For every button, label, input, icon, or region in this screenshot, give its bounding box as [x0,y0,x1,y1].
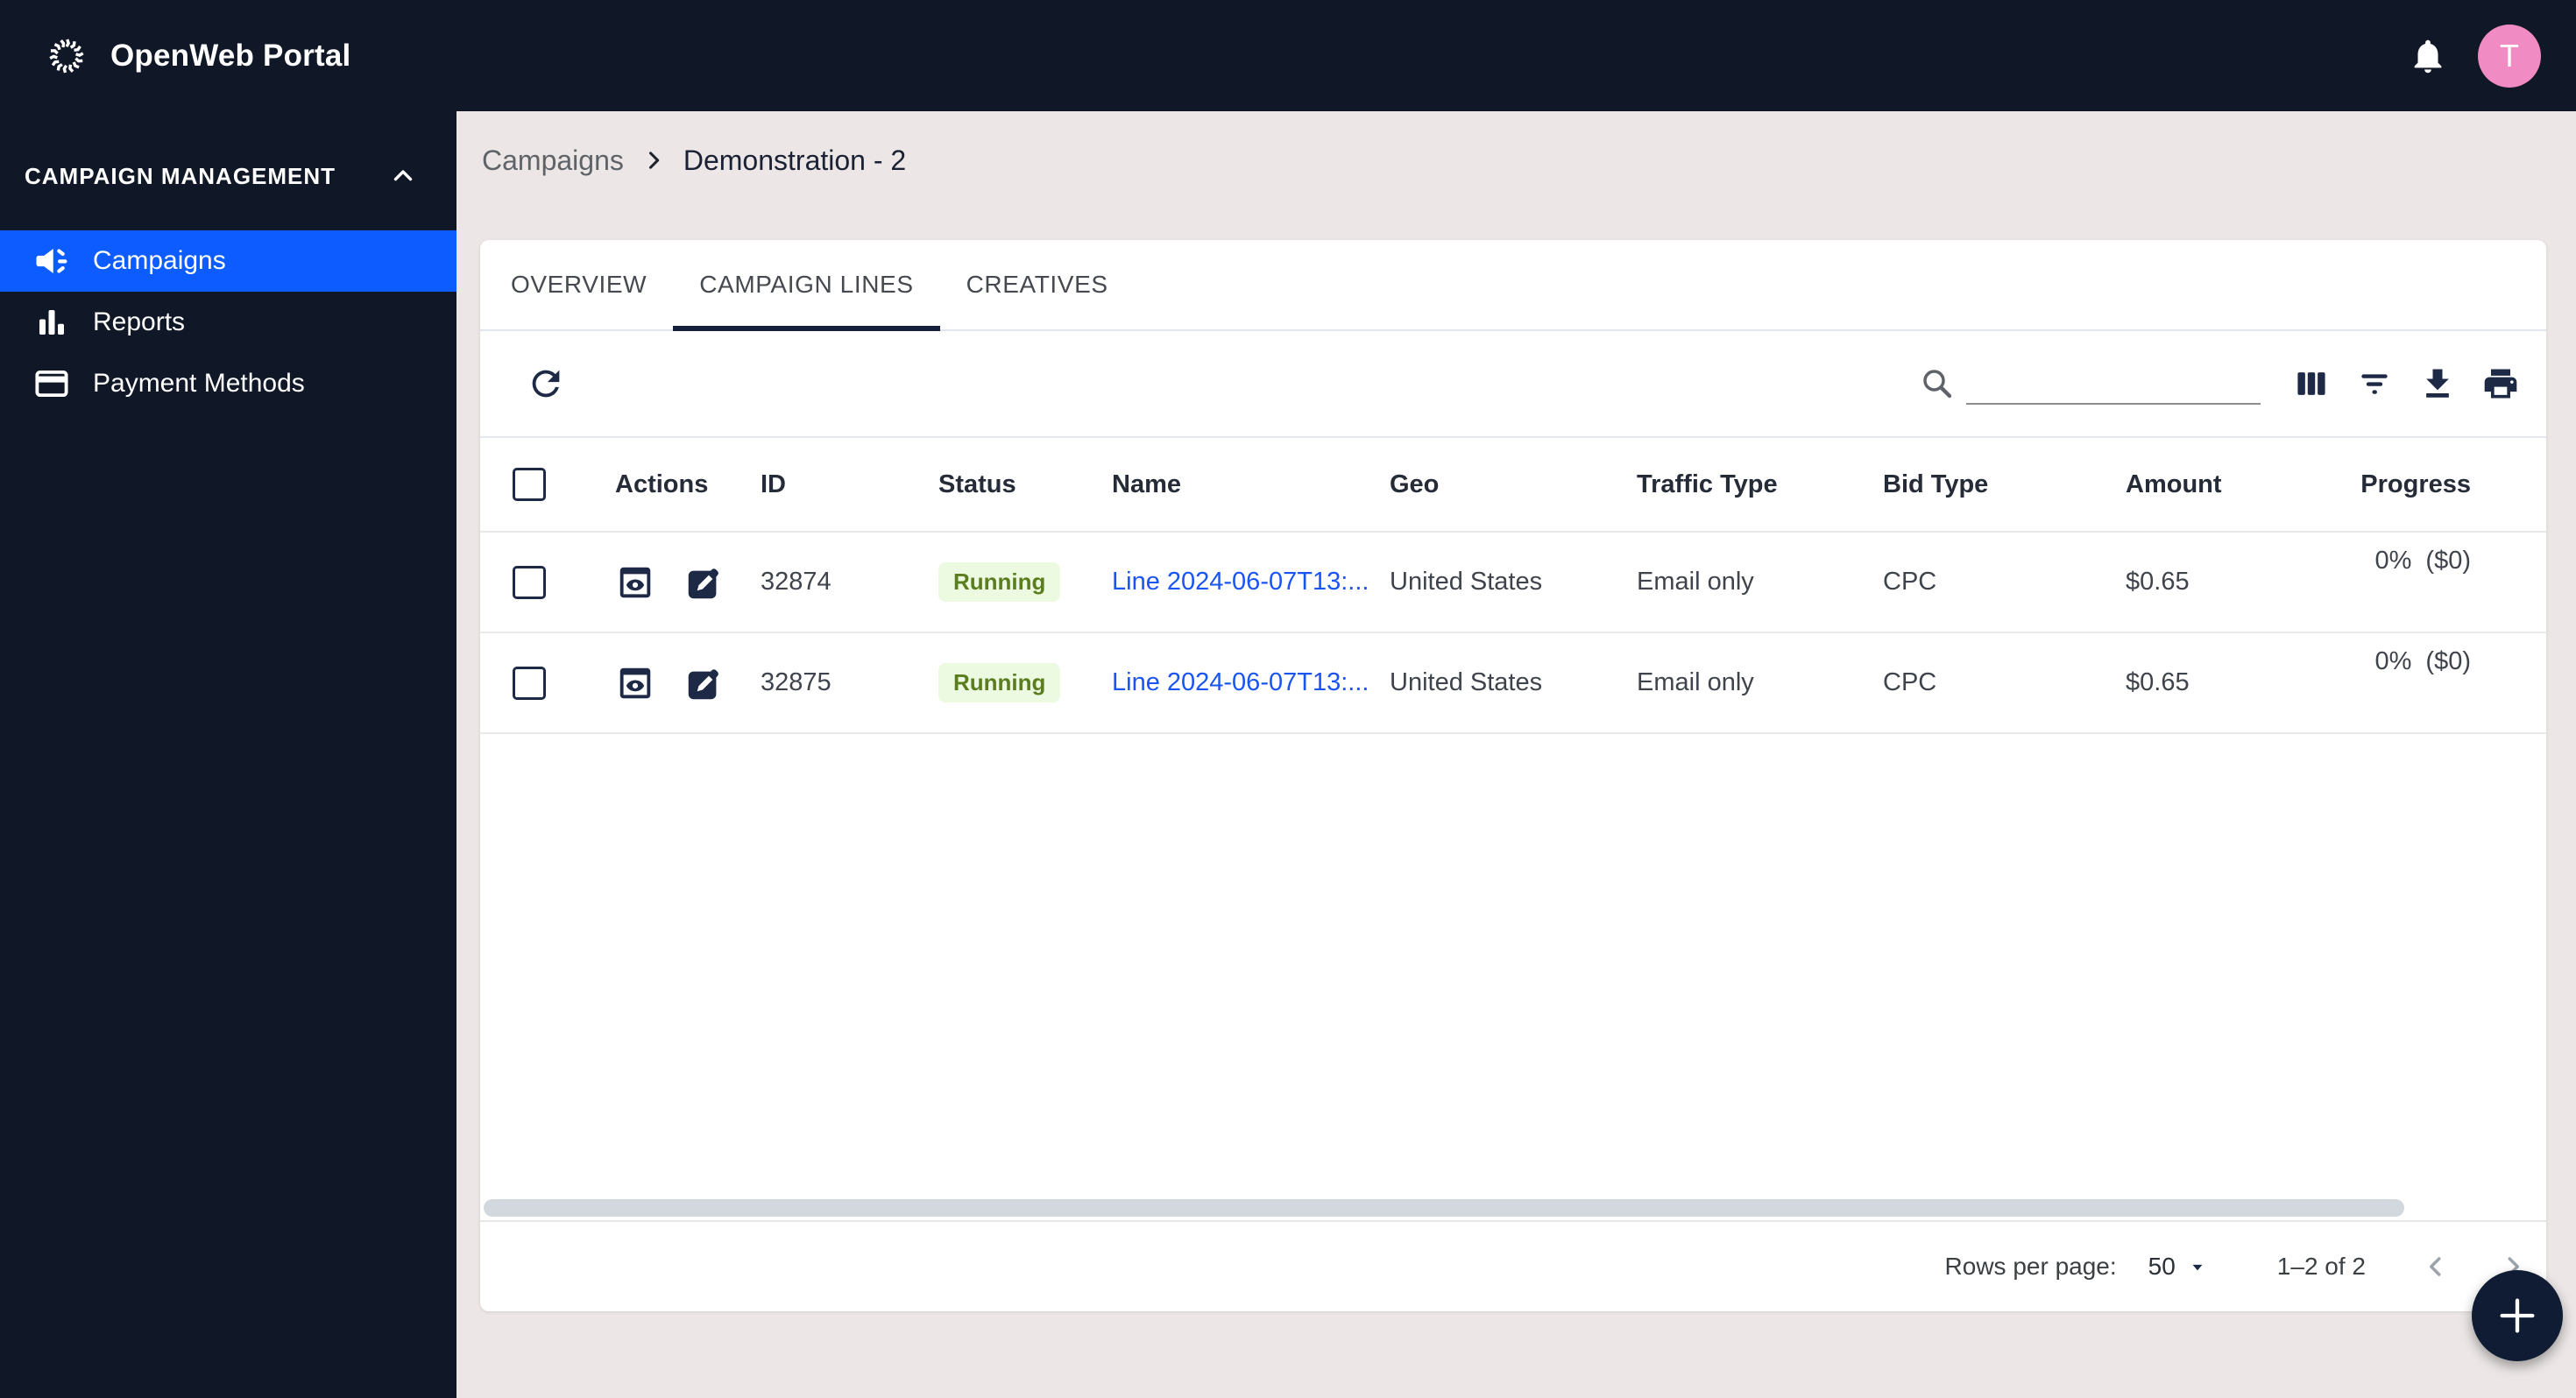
preview-row-button[interactable] [615,663,655,703]
preview-eye-icon [619,667,651,698]
preview-eye-icon [619,567,651,597]
sidebar-item-label: Campaigns [93,246,226,275]
preview-row-button[interactable] [615,562,655,603]
cell-geo: United States [1390,668,1543,696]
starburst-logo-icon [48,37,85,74]
sidebar-item-label: Payment Methods [93,369,305,398]
cell-amount: $0.65 [2126,568,2190,596]
cell-amount: $0.65 [2126,668,2190,696]
print-button[interactable] [2481,364,2520,403]
add-campaign-line-fab[interactable] [2472,1270,2563,1361]
main-content: Campaigns Demonstration - 2 OVERVIEW CAM… [456,111,2576,1398]
horizontal-scrollbar[interactable] [484,1199,2404,1217]
column-header-bid-type: Bid Type [1883,470,1989,498]
bell-icon [2414,39,2442,73]
topbar: OpenWeb Portal T [0,0,2576,111]
cell-bid-type: CPC [1883,568,1937,596]
cell-progress: 0% ($0) [2338,533,2546,575]
campaign-line-link[interactable]: Line 2024-06-07T13:... [1112,668,1369,696]
progress-amount: ($0) [2425,647,2471,675]
cell-traffic-type: Email only [1637,568,1754,596]
sidebar-item-label: Reports [93,307,186,336]
filter-button[interactable] [2355,364,2394,403]
cell-bid-type: CPC [1883,668,1937,696]
pagination-range: 1–2 of 2 [2276,1253,2366,1280]
megaphone-icon [36,249,67,273]
app-title: OpenWeb Portal [110,38,351,73]
sidebar-nav: Campaigns Reports Payment Methods [0,230,456,414]
bar-chart-icon [39,310,64,335]
sidebar-item-campaigns[interactable]: Campaigns [0,230,456,292]
tab-bar: OVERVIEW CAMPAIGN LINES CREATIVES [480,240,2546,331]
cell-id: 32875 [761,668,832,696]
column-header-geo: Geo [1390,470,1440,498]
plus-icon [2500,1298,2535,1333]
sidebar-section-campaign-management[interactable]: CAMPAIGN MANAGEMENT [0,148,456,204]
table-header-row: Actions ID Status Name Geo Traffic Type … [480,438,2546,533]
table-row: 32875 Running Line 2024-06-07T13:... Uni… [480,633,2546,734]
status-badge: Running [938,663,1061,703]
column-header-progress: Progress [2360,470,2471,498]
tab-creatives[interactable]: CREATIVES [940,240,1135,329]
brand: OpenWeb Portal [46,35,350,77]
notifications-button[interactable] [2408,36,2448,76]
cell-id: 32874 [761,568,832,596]
progress-amount: ($0) [2425,547,2471,575]
tab-campaign-lines[interactable]: CAMPAIGN LINES [673,240,941,331]
progress-percent: 0% [2374,647,2412,675]
campaign-line-link[interactable]: Line 2024-06-07T13:... [1112,568,1369,596]
edit-row-button[interactable] [683,562,724,603]
column-header-name: Name [1112,470,1181,498]
edit-row-button[interactable] [683,663,724,703]
table-toolbar [480,331,2546,438]
filter-icon [2361,374,2388,394]
search-box [1919,363,2261,405]
chevron-up-icon [393,170,413,181]
tab-overview[interactable]: OVERVIEW [485,240,673,329]
row-checkbox[interactable] [513,565,546,599]
dropdown-arrow-icon [2192,1264,2203,1271]
cell-traffic-type: Email only [1637,668,1754,696]
refresh-button[interactable] [526,364,566,404]
chevron-left-icon [2430,1257,2441,1276]
previous-page-button[interactable] [2415,1246,2457,1288]
edit-pencil-icon [688,568,718,598]
cell-geo: United States [1390,568,1543,596]
rows-per-page-value: 50 [2148,1253,2176,1280]
rows-per-page-label: Rows per page: [1944,1253,2117,1280]
columns-button[interactable] [2292,364,2331,403]
progress-percent: 0% [2374,547,2412,575]
column-header-id: ID [761,470,786,498]
breadcrumb-parent-link[interactable]: Campaigns [482,145,624,177]
user-avatar[interactable]: T [2478,24,2541,88]
search-icon [1923,370,1952,399]
rows-per-page-select[interactable]: 50 [2143,1252,2214,1282]
pagination-bar: Rows per page: 50 1–2 of 2 [480,1220,2546,1311]
cell-progress: 0% ($0) [2338,633,2546,676]
search-input[interactable] [1966,363,2261,405]
columns-icon [2297,372,2325,395]
credit-card-icon [35,370,68,398]
sidebar: CAMPAIGN MANAGEMENT Campaigns Reports Pa… [0,111,456,1398]
print-icon [2484,369,2517,399]
table-row: 32874 Running Line 2024-06-07T13:... Uni… [480,533,2546,633]
column-header-amount: Amount [2126,470,2222,498]
campaign-lines-card: OVERVIEW CAMPAIGN LINES CREATIVES Action… [480,240,2546,1311]
sidebar-section-label: CAMPAIGN MANAGEMENT [25,162,336,189]
chevron-right-icon [648,152,660,169]
column-header-traffic-type: Traffic Type [1637,470,1778,498]
sidebar-item-payment-methods[interactable]: Payment Methods [0,353,456,414]
status-badge: Running [938,562,1061,602]
column-header-status: Status [938,470,1016,498]
edit-pencil-icon [688,668,718,699]
refresh-icon [532,370,560,398]
download-icon [2426,369,2449,398]
breadcrumb: Campaigns Demonstration - 2 [456,111,2576,212]
select-all-checkbox[interactable] [513,468,546,501]
row-checkbox[interactable] [513,666,546,700]
column-header-actions: Actions [615,470,709,498]
breadcrumb-current: Demonstration - 2 [683,145,907,176]
sidebar-item-reports[interactable]: Reports [0,292,456,353]
download-button[interactable] [2418,364,2457,403]
